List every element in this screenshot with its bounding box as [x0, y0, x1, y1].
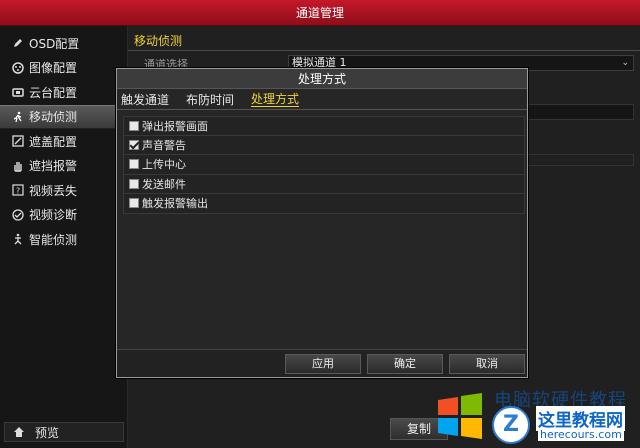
palette-icon [12, 62, 24, 74]
running-man-icon [12, 111, 24, 123]
tab-motion-detection[interactable]: 移动侦测 [134, 32, 183, 51]
site-url: herecours.com [538, 428, 624, 441]
sidebar-item-label: 遮盖配置 [29, 134, 78, 149]
hand-icon [12, 160, 24, 172]
list-item: 弹出报警画面 [123, 116, 525, 136]
ok-button[interactable]: 确定 [367, 354, 443, 374]
popup-alarm-checkbox[interactable] [129, 120, 139, 131]
chevron-down-icon: ⌄ [621, 58, 629, 68]
site-watermark: 电脑软硬件教程网 Z 这里教程网 herecours.com [432, 384, 640, 448]
sidebar-item-video-diagnosis[interactable]: 视频诊断 [0, 203, 127, 228]
sidebar-item-video-loss[interactable]: ? 视频丢失 [0, 178, 127, 203]
sidebar-item-label: 遮挡报警 [29, 159, 78, 174]
sidebar-item-label: 图像配置 [29, 61, 78, 76]
preview-button[interactable]: 预览 [4, 422, 124, 442]
sidebar-item-label: 云台配置 [29, 85, 78, 100]
option-list: 弹出报警画面 声音警告 上传中心 发送邮件 触发报警输出 [117, 116, 527, 214]
option-label: 声音警告 [142, 138, 186, 152]
sidebar-item-ptz[interactable]: 云台配置 [0, 80, 127, 105]
windows-logo-icon [438, 393, 482, 439]
dialog-title: 处理方式 [117, 69, 527, 89]
option-label: 触发报警输出 [142, 197, 208, 211]
send-email-checkbox[interactable] [129, 178, 139, 189]
option-label: 发送邮件 [142, 177, 186, 191]
dialog-footer: 应用 确定 取消 [117, 349, 527, 377]
sidebar-item-label: 视频丢失 [29, 183, 78, 198]
sidebar-item-smart-detection[interactable]: 智能侦测 [0, 227, 127, 252]
audible-warning-checkbox[interactable] [129, 139, 139, 150]
tab-arming-schedule[interactable]: 布防时间 [186, 91, 234, 108]
option-label: 弹出报警画面 [142, 119, 208, 133]
sidebar-menu: OSD配置 图像配置 云台配置 移动侦测 遮盖配置 遮挡报警 ? 视频丢失 视频… [0, 31, 127, 252]
smart-detect-icon [12, 233, 24, 245]
sidebar-item-mask[interactable]: 遮盖配置 [0, 129, 127, 154]
sidebar-item-label: 智能侦测 [29, 232, 78, 247]
window-title-bar: 通道管理 [0, 0, 640, 26]
home-icon [13, 426, 25, 438]
svg-text:?: ? [16, 187, 20, 196]
tab-handling-method[interactable]: 处理方式 [251, 92, 300, 107]
diagnosis-icon [12, 209, 24, 221]
window-title: 通道管理 [295, 6, 344, 20]
mask-icon [12, 135, 24, 147]
question-icon: ? [12, 184, 24, 196]
sidebar-item-label: 移动侦测 [29, 110, 78, 125]
cancel-button[interactable]: 取消 [449, 354, 525, 374]
notify-center-checkbox[interactable] [129, 159, 139, 170]
list-item: 发送邮件 [123, 174, 525, 194]
ptz-icon [12, 86, 24, 98]
site-logo-badge: Z [492, 406, 530, 444]
sidebar-item-image[interactable]: 图像配置 [0, 56, 127, 81]
apply-button[interactable]: 应用 [285, 354, 361, 374]
background-grid [528, 154, 634, 166]
sidebar-item-label: 视频诊断 [29, 208, 78, 223]
option-label: 上传中心 [142, 158, 186, 172]
trigger-alarm-output-checkbox[interactable] [129, 198, 139, 209]
sidebar-item-motion-detection[interactable]: 移动侦测 [0, 104, 127, 129]
tab-divider [128, 50, 640, 51]
tabs-divider [117, 109, 527, 110]
edit-icon [12, 37, 24, 49]
list-item: 上传中心 [123, 155, 525, 175]
dialog-tabs: 触发通道 布防时间 处理方式 [117, 89, 527, 110]
sidebar: OSD配置 图像配置 云台配置 移动侦测 遮盖配置 遮挡报警 ? 视频丢失 视频… [0, 26, 128, 448]
list-item: 声音警告 [123, 135, 525, 155]
sidebar-item-label: OSD配置 [29, 36, 80, 51]
sidebar-item-tamper-alarm[interactable]: 遮挡报警 [0, 154, 127, 179]
list-item: 触发报警输出 [123, 194, 525, 214]
tab-trigger-channel[interactable]: 触发通道 [121, 91, 169, 108]
handling-method-dialog: 处理方式 触发通道 布防时间 处理方式 弹出报警画面 声音警告 上传中心 发送邮… [116, 68, 528, 378]
preview-label: 预览 [35, 425, 60, 440]
sidebar-item-osd[interactable]: OSD配置 [0, 31, 127, 56]
